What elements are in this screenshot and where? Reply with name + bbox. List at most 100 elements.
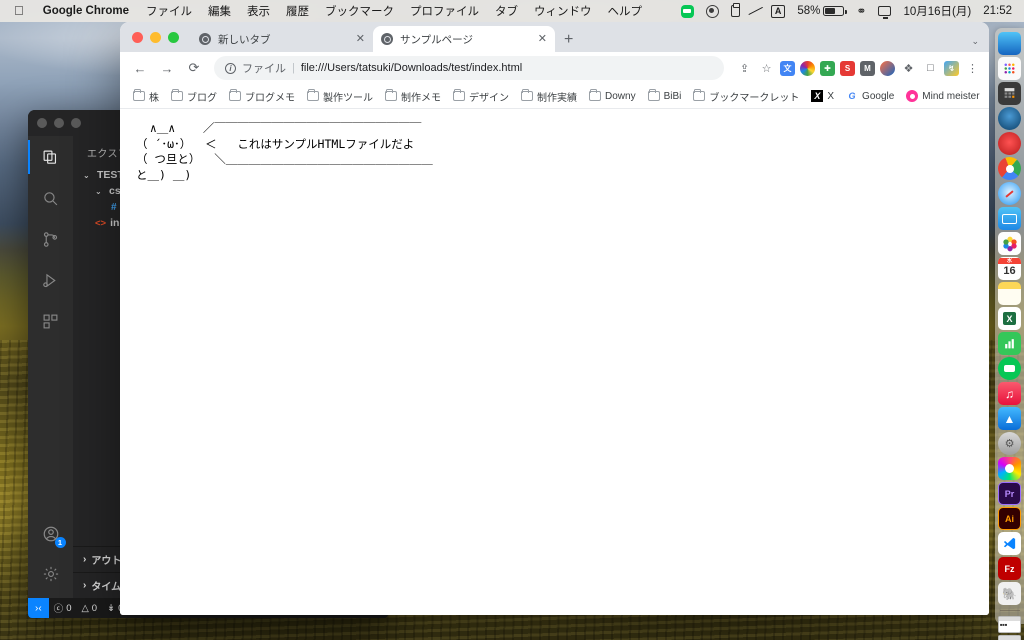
vscode-maximize-button[interactable] <box>71 118 81 128</box>
extensions-icon[interactable] <box>39 309 63 333</box>
notes-icon[interactable] <box>998 282 1021 305</box>
system-preferences-icon[interactable]: ⚙ <box>998 432 1021 455</box>
status-line-icon[interactable] <box>675 4 700 18</box>
address-bar[interactable]: i ファイル | file:///Users/tatsuki/Downloads… <box>214 56 724 80</box>
bookmark-downy[interactable]: Downy <box>584 89 641 104</box>
menu-item-history[interactable]: 履歴 <box>278 3 317 19</box>
menu-item-file[interactable]: ファイル <box>138 3 200 19</box>
status-link-icon[interactable]: ⚭ <box>850 4 872 18</box>
premiere-pro-icon[interactable]: Pr <box>998 482 1021 505</box>
bookmark-seisaku-tool[interactable]: 製作ツール <box>302 87 378 106</box>
three-dot-menu-icon[interactable]: ⋮ <box>964 60 981 77</box>
bookmark-google[interactable]: G Google <box>841 88 899 104</box>
menu-item-edit[interactable]: 編集 <box>200 3 239 19</box>
account-icon[interactable]: 1 <box>39 522 66 548</box>
remote-window-icon[interactable]: ›‹ <box>28 598 49 618</box>
vscode-icon[interactable] <box>998 532 1021 555</box>
tab-close-icon[interactable]: ✕ <box>356 33 365 45</box>
m-extension-icon[interactable]: M <box>860 60 875 76</box>
status-clipboard-icon[interactable] <box>725 3 746 17</box>
tab-close-icon[interactable]: ✕ <box>538 33 547 45</box>
menu-item-view[interactable]: 表示 <box>239 3 278 19</box>
numbers-icon[interactable] <box>998 332 1021 355</box>
minimized-window-terminal[interactable]: ■■■ <box>998 616 1021 633</box>
maximize-window-button[interactable] <box>168 31 179 43</box>
explorer-icon[interactable] <box>28 140 63 174</box>
mail-icon[interactable] <box>998 207 1021 230</box>
minimized-window-chrome[interactable] <box>998 635 1021 640</box>
tab-new-tab[interactable]: 新しいタブ ✕ <box>191 26 373 52</box>
menu-item-profiles[interactable]: プロファイル <box>402 3 487 19</box>
photos-icon[interactable] <box>998 232 1021 255</box>
star-icon[interactable]: ☆ <box>758 60 775 77</box>
search-icon[interactable] <box>39 186 63 210</box>
new-tab-button[interactable]: + <box>555 32 582 52</box>
menu-item-window[interactable]: ウィンドウ <box>526 3 600 19</box>
color-picker-extension-icon[interactable] <box>800 60 815 76</box>
launchpad-icon[interactable] <box>998 57 1021 80</box>
menu-bar-time[interactable]: 21:52 <box>977 5 1018 17</box>
vscode-minimize-button[interactable] <box>54 118 64 128</box>
source-control-icon[interactable] <box>39 227 63 251</box>
puzzle-green-extension-icon[interactable]: ✚ <box>820 60 835 76</box>
forward-button[interactable]: → <box>155 56 179 80</box>
back-button[interactable]: ← <box>128 56 152 80</box>
translate-extension-icon[interactable]: 文 <box>780 60 795 76</box>
line-app-icon[interactable] <box>998 357 1021 380</box>
bookmark-seisaku-memo[interactable]: 制作メモ <box>380 87 446 106</box>
illustrator-icon[interactable]: Ai <box>998 507 1021 530</box>
calendar-icon[interactable]: 水 16 <box>998 257 1021 280</box>
bookmark-blog[interactable]: ブログ <box>166 87 222 106</box>
menu-item-bookmarks[interactable]: ブックマーク <box>317 3 402 19</box>
settings-gear-icon[interactable] <box>39 562 63 586</box>
bookmark-kabu[interactable]: 株 <box>128 87 164 106</box>
apple-menu-icon[interactable]:  <box>6 3 34 20</box>
bookmark-bibi[interactable]: BiBi <box>643 89 687 104</box>
minimize-window-button[interactable] <box>150 31 161 43</box>
s-extension-icon[interactable]: S <box>840 60 855 76</box>
creative-cloud-icon[interactable] <box>998 457 1021 480</box>
bookmark-blog-memo[interactable]: ブログメモ <box>224 87 300 106</box>
menu-item-tab[interactable]: タブ <box>487 3 526 19</box>
app-store-icon[interactable]: ▲ <box>998 407 1021 430</box>
status-pen-icon[interactable]: ╱ <box>746 3 765 19</box>
status-battery[interactable]: 58% <box>791 5 850 17</box>
swirl-extension-icon[interactable] <box>880 60 895 76</box>
status-errors[interactable]: ⓒ 0 <box>49 601 77 616</box>
status-creative-cloud-icon[interactable] <box>700 4 725 18</box>
google-chrome-window[interactable]: 新しいタブ ✕ サンプルページ ✕ + ⌄ ← → ⟳ i ファイル | fil… <box>120 22 989 615</box>
menu-bar-date[interactable]: 10月16日(月) <box>897 3 977 19</box>
status-warnings[interactable]: △ 0 <box>76 603 102 614</box>
menu-item-help[interactable]: ヘルプ <box>600 3 651 19</box>
bookmark-x[interactable]: XX <box>806 88 839 104</box>
bookmark-design[interactable]: デザイン <box>448 87 514 106</box>
finder-icon[interactable] <box>998 32 1021 55</box>
bookmark-bookmarklet[interactable]: ブックマークレット <box>688 87 804 106</box>
extensions-puzzle-icon[interactable]: ❖ <box>900 60 917 77</box>
elephant-icon[interactable]: 🐘 <box>998 582 1021 605</box>
bookmarks-overflow-button[interactable]: » <box>987 90 989 102</box>
site-info-icon[interactable]: i <box>225 62 236 74</box>
close-window-button[interactable] <box>132 31 143 43</box>
status-input-source[interactable]: A <box>765 4 792 18</box>
safari-icon[interactable] <box>998 182 1021 205</box>
chevron-down-icon[interactable]: ⌄ <box>971 36 989 52</box>
share-icon[interactable]: ⇪ <box>736 60 753 77</box>
bookmark-seisaku-jisseki[interactable]: 制作実績 <box>516 87 582 106</box>
calculator-icon[interactable] <box>998 82 1021 105</box>
music-icon[interactable]: ♫ <box>998 382 1021 405</box>
opera-icon[interactable] <box>998 132 1021 155</box>
tab-sample-page[interactable]: サンプルページ ✕ <box>373 26 555 52</box>
run-debug-icon[interactable] <box>39 268 63 292</box>
square-extension-icon[interactable]: □ <box>922 60 939 77</box>
filezilla-icon[interactable]: Fz <box>998 557 1021 580</box>
status-display-icon[interactable] <box>872 6 897 19</box>
lightning-extension-icon[interactable]: ↯ <box>944 60 959 76</box>
podcasts-icon[interactable] <box>998 107 1021 130</box>
menu-app-name[interactable]: Google Chrome <box>34 5 138 17</box>
vscode-close-button[interactable] <box>37 118 47 128</box>
reload-button[interactable]: ⟳ <box>182 56 206 80</box>
google-chrome-icon[interactable] <box>998 157 1021 180</box>
excel-icon[interactable]: X <box>998 307 1021 330</box>
bookmark-mind-meister[interactable]: Mind meister <box>901 88 984 104</box>
